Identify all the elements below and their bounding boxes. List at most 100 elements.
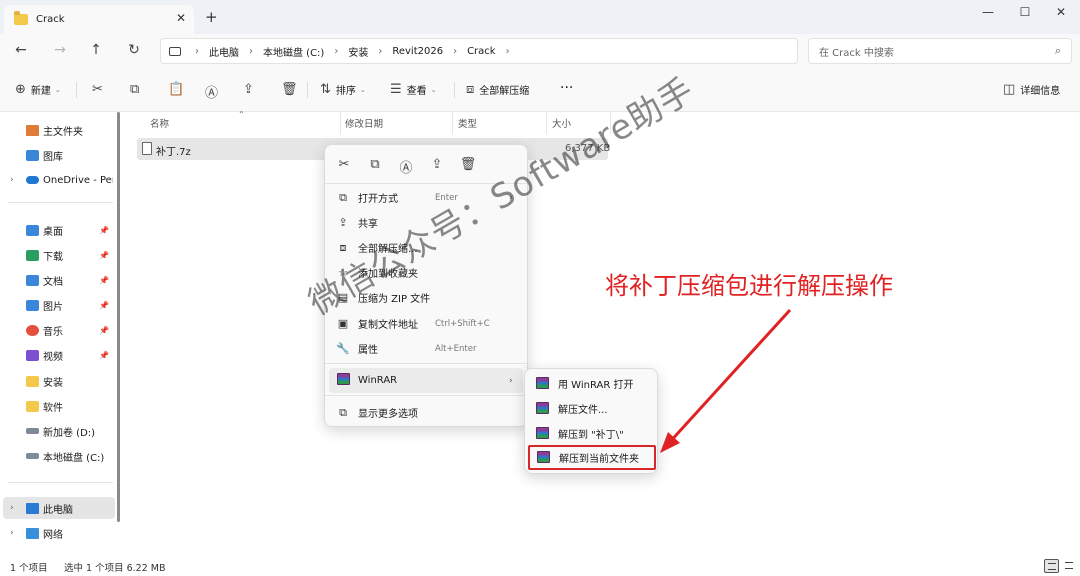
- column-divider[interactable]: [452, 112, 453, 134]
- tiles-view-button[interactable]: [1062, 559, 1077, 573]
- pin-icon[interactable]: 📌: [99, 251, 109, 260]
- picture-icon: [26, 299, 39, 311]
- breadcrumb-crack[interactable]: Crack: [467, 46, 496, 57]
- sidebar-item-pictures[interactable]: 图片 📌: [0, 294, 118, 316]
- home-icon: [26, 124, 39, 136]
- pin-icon[interactable]: 📌: [99, 351, 109, 360]
- menu-item-copy-path[interactable]: ▣ 复制文件地址 Ctrl+Shift+C: [325, 311, 527, 336]
- address-bar[interactable]: › 此电脑 › 本地磁盘 (C:) › 安装 › Revit2026 › Cra…: [160, 38, 798, 64]
- details-view-button[interactable]: [1044, 559, 1059, 573]
- column-header-type[interactable]: 类型: [458, 112, 477, 134]
- chevron-right-icon: ›: [378, 45, 383, 57]
- sidebar-item-desktop[interactable]: 桌面 📌: [0, 219, 118, 241]
- sidebar-item-this-pc[interactable]: › 此电脑: [3, 497, 115, 519]
- pin-icon[interactable]: 📌: [99, 276, 109, 285]
- copy-icon: ⧉: [130, 82, 140, 97]
- pin-icon[interactable]: 📌: [99, 301, 109, 310]
- view-label: 查看: [406, 86, 427, 97]
- column-divider[interactable]: [546, 112, 547, 134]
- cloud-icon: [26, 176, 39, 184]
- details-button[interactable]: ◫ 详细信息: [1003, 82, 1060, 97]
- sidebar-item-onedrive[interactable]: › OneDrive - Per: [0, 169, 118, 191]
- close-button[interactable]: ✕: [1051, 5, 1071, 19]
- chevron-down-icon: ⌄: [430, 85, 437, 94]
- paste-button[interactable]: 📋: [168, 82, 189, 97]
- pin-icon[interactable]: 📌: [99, 326, 109, 335]
- document-icon: [26, 274, 39, 286]
- sidebar-item-downloads[interactable]: 下载 📌: [0, 244, 118, 266]
- new-button[interactable]: ⊕ 新建 ⌄: [15, 82, 61, 97]
- cut-icon[interactable]: ✂: [335, 157, 353, 172]
- sort-button[interactable]: ⇅ 排序 ⌄: [320, 82, 366, 97]
- toolbar-divider: [454, 82, 455, 98]
- column-header-name[interactable]: 名称: [150, 112, 169, 134]
- sort-label: 排序: [335, 86, 356, 97]
- column-divider[interactable]: [340, 112, 341, 134]
- winrar-icon: [536, 427, 549, 439]
- breadcrumb-this-pc[interactable]: 此电脑: [209, 44, 239, 59]
- file-name[interactable]: 补丁.7z: [156, 143, 191, 158]
- share-icon: ⇪: [243, 82, 254, 97]
- extract-all-button[interactable]: ⧈ 全部解压缩: [466, 82, 529, 97]
- more-options-icon: ⧉: [339, 405, 347, 419]
- new-tab-button[interactable]: +: [205, 8, 218, 26]
- trash-icon: 🗑: [281, 82, 298, 97]
- view-button[interactable]: ☰ 查看 ⌄: [390, 82, 437, 97]
- chevron-right-icon[interactable]: ›: [10, 503, 14, 513]
- sidebar-scrollbar[interactable]: [117, 112, 120, 522]
- submenu-item-extract-to-folder[interactable]: 解压到 "补丁\": [525, 421, 657, 446]
- sidebar-item-software[interactable]: 软件: [0, 395, 118, 417]
- breadcrumb-drive-c[interactable]: 本地磁盘 (C:): [263, 44, 324, 59]
- clipboard-icon: 📋: [168, 82, 185, 97]
- sidebar-item-gallery[interactable]: 图库: [0, 144, 118, 166]
- menu-item-show-more-options[interactable]: ⧉ 显示更多选项: [325, 400, 527, 425]
- extract-icon: ⧈: [466, 82, 475, 97]
- chevron-right-icon[interactable]: ›: [10, 175, 14, 185]
- chevron-right-icon[interactable]: ›: [10, 528, 14, 538]
- rename-button[interactable]: Ⓐ: [205, 82, 223, 101]
- up-button[interactable]: ↑: [87, 42, 105, 58]
- back-button[interactable]: ←: [12, 42, 30, 58]
- chevron-down-icon: ⌄: [54, 85, 61, 94]
- submenu-item-extract-here[interactable]: 解压到当前文件夹: [528, 445, 656, 470]
- cut-button[interactable]: ✂: [92, 82, 108, 97]
- refresh-button[interactable]: ↻: [125, 42, 143, 58]
- search-placeholder: 在 Crack 中搜索: [819, 47, 894, 59]
- copy-icon[interactable]: ⧉: [366, 157, 384, 172]
- share-button[interactable]: ⇪: [243, 82, 259, 97]
- sidebar-item-documents[interactable]: 文档 📌: [0, 269, 118, 291]
- file-icon: [142, 142, 152, 155]
- maximize-button[interactable]: ☐: [1015, 5, 1035, 19]
- search-input[interactable]: 在 Crack 中搜索 ⌕: [808, 38, 1072, 64]
- sidebar-item-videos[interactable]: 视频 📌: [0, 344, 118, 366]
- sidebar-item-drive-d[interactable]: 新加卷 (D:): [0, 420, 118, 442]
- copy-button[interactable]: ⧉: [130, 82, 144, 97]
- copy-path-icon: ▣: [337, 317, 349, 330]
- share-icon[interactable]: ⇪: [428, 157, 446, 172]
- forward-button[interactable]: →: [51, 42, 69, 58]
- download-icon: [26, 249, 39, 261]
- breadcrumb-install[interactable]: 安装: [348, 44, 368, 59]
- breadcrumb-revit2026[interactable]: Revit2026: [392, 46, 443, 57]
- sidebar-item-install[interactable]: 安装: [0, 370, 118, 392]
- tab-close-icon[interactable]: ✕: [176, 11, 186, 25]
- more-options-button[interactable]: ···: [560, 80, 573, 96]
- desktop-icon: [26, 224, 39, 236]
- minimize-button[interactable]: —: [978, 5, 998, 19]
- trash-icon[interactable]: 🗑: [459, 157, 477, 172]
- sidebar-item-music[interactable]: 音乐 📌: [0, 319, 118, 341]
- pin-icon[interactable]: 📌: [99, 226, 109, 235]
- sidebar-item-drive-c[interactable]: 本地磁盘 (C:): [0, 445, 118, 467]
- submenu-item-extract-files[interactable]: 解压文件...: [525, 396, 657, 421]
- column-header-modified[interactable]: 修改日期: [345, 112, 383, 134]
- delete-button[interactable]: 🗑: [281, 82, 303, 97]
- menu-item-winrar[interactable]: WinRAR ›: [329, 368, 523, 393]
- menu-item-properties[interactable]: 🔧 属性 Alt+Enter: [325, 336, 527, 361]
- sidebar-item-network[interactable]: › 网络: [0, 522, 118, 544]
- sidebar-item-home[interactable]: 主文件夹: [0, 119, 118, 141]
- sidebar-divider: [8, 202, 113, 203]
- details-pane-icon: ◫: [1003, 82, 1016, 97]
- tab-crack[interactable]: Crack ✕: [4, 5, 194, 34]
- submenu-item-open-with-winrar[interactable]: 用 WinRAR 打开: [525, 371, 657, 396]
- rename-icon[interactable]: Ⓐ: [397, 157, 415, 176]
